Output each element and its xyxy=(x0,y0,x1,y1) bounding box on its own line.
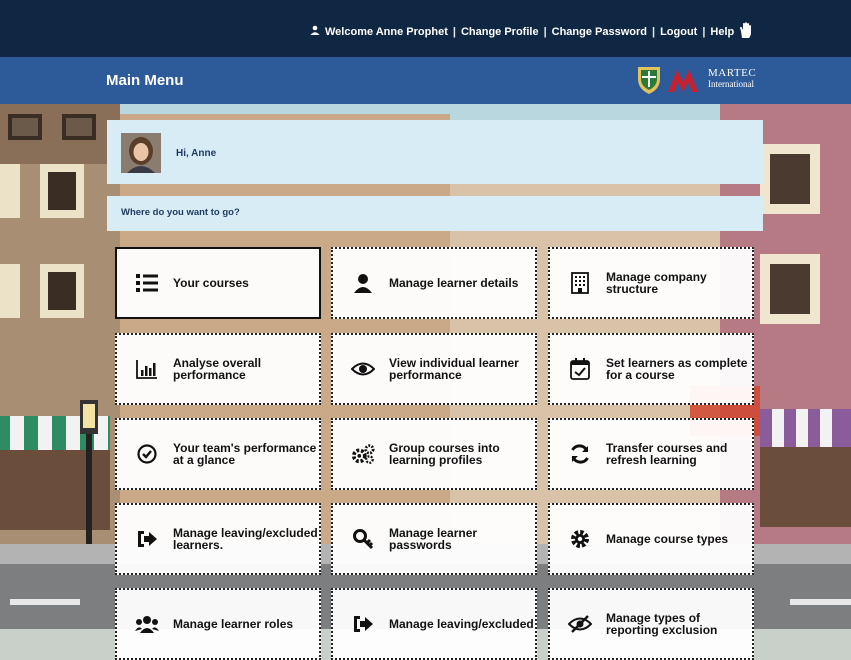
avatar xyxy=(121,133,161,173)
check-circle-icon xyxy=(135,442,159,466)
refresh-icon xyxy=(568,442,592,466)
separator: | xyxy=(702,25,706,38)
brand-line-1: MARTEC xyxy=(708,67,757,79)
key-icon xyxy=(351,527,375,551)
gears-icon xyxy=(351,442,375,466)
building-icon xyxy=(568,271,592,295)
tile-label: Group courses into learning profiles xyxy=(389,441,500,467)
manage-leaving-excluded-tile[interactable]: Manage leaving/excluded xyxy=(331,588,537,660)
greeting-text: Hi, Anne xyxy=(176,148,217,159)
crest-logo-icon xyxy=(636,65,662,100)
set-learners-complete-tile[interactable]: Set learners as complete for a course xyxy=(548,333,754,405)
brand-line-2: International xyxy=(708,79,754,89)
change-profile-link[interactable]: Change Profile xyxy=(461,26,539,38)
eye-icon xyxy=(351,357,375,381)
manage-leaving-learners-tile[interactable]: Manage leaving/excluded learners. xyxy=(115,503,321,575)
tile-label: Analyse overall performance xyxy=(173,356,262,382)
exit-icon xyxy=(351,612,375,636)
manage-course-types-tile[interactable]: Manage course types xyxy=(548,503,754,575)
page-title: Main Menu xyxy=(106,72,184,89)
help-link[interactable]: Help xyxy=(710,26,734,38)
tile-label: Manage learner details xyxy=(389,276,519,290)
tile-label: Your team's performance at a glance xyxy=(173,441,317,467)
tile-label: View individual learner performance xyxy=(389,356,519,382)
user-icon xyxy=(310,25,320,38)
welcome-text: Welcome Anne Prophet xyxy=(325,25,448,38)
tile-label: Manage leaving/excluded xyxy=(389,617,534,631)
your-courses-tile[interactable]: Your courses xyxy=(115,247,321,319)
tile-label: Manage types of reporting exclusion xyxy=(606,611,718,637)
martec-logo-icon xyxy=(668,70,704,97)
manage-company-structure-tile[interactable]: Manage company structure xyxy=(548,247,754,319)
bar-chart-icon xyxy=(135,357,159,381)
calendar-check-icon xyxy=(568,357,592,381)
tile-label: Manage company structure xyxy=(606,270,707,296)
tile-label: Manage learner passwords xyxy=(389,526,478,552)
user-icon xyxy=(351,271,375,295)
users-icon xyxy=(135,612,159,636)
manage-reporting-exclusion-types-tile[interactable]: Manage types of reporting exclusion xyxy=(548,588,754,660)
transfer-courses-tile[interactable]: Transfer courses and refresh learning xyxy=(548,418,754,490)
eye-slash-icon xyxy=(568,612,592,636)
analyse-overall-performance-tile[interactable]: Analyse overall performance xyxy=(115,333,321,405)
separator: | xyxy=(452,25,456,38)
brand-wordmark: MARTEC International xyxy=(708,68,756,90)
prompt-text: Where do you want to go? xyxy=(121,207,240,218)
separator: | xyxy=(543,25,547,38)
tile-label: Manage course types xyxy=(606,532,729,546)
manage-learner-roles-tile[interactable]: Manage learner roles xyxy=(115,588,321,660)
group-courses-tile[interactable]: Group courses into learning profiles xyxy=(331,418,537,490)
tile-label: Transfer courses and refresh learning xyxy=(606,441,728,467)
tile-label: Your courses xyxy=(173,276,249,290)
list-icon xyxy=(135,271,159,295)
manage-learner-passwords-tile[interactable]: Manage learner passwords xyxy=(331,503,537,575)
account-links: Welcome Anne Prophet | Change Profile | … xyxy=(310,22,753,41)
change-password-link[interactable]: Change Password xyxy=(552,26,647,38)
gear-icon xyxy=(568,527,592,551)
logout-link[interactable]: Logout xyxy=(660,26,697,38)
tile-label: Manage leaving/excluded learners. xyxy=(173,526,318,552)
top-bar: Welcome Anne Prophet | Change Profile | … xyxy=(0,0,851,57)
exit-icon xyxy=(135,527,159,551)
manage-learner-details-tile[interactable]: Manage learner details xyxy=(331,247,537,319)
tile-label: Set learners as complete for a course xyxy=(606,356,748,382)
hand-icon[interactable] xyxy=(739,22,753,41)
team-performance-glance-tile[interactable]: Your team's performance at a glance xyxy=(115,418,321,490)
separator: | xyxy=(652,25,656,38)
view-individual-learner-performance-tile[interactable]: View individual learner performance xyxy=(331,333,537,405)
tile-label: Manage learner roles xyxy=(173,617,294,631)
